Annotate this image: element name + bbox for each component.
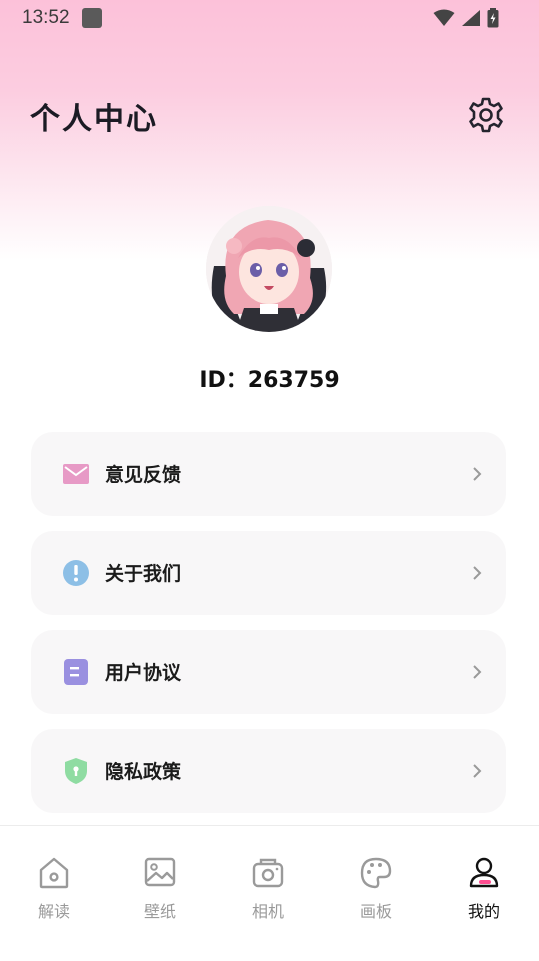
battery-icon <box>487 8 499 28</box>
avatar-illustration <box>206 206 332 332</box>
user-icon <box>469 857 499 888</box>
chevron-right-icon <box>473 566 482 580</box>
about-us-menu-item[interactable]: 关于我们 <box>31 531 506 615</box>
feedback-menu-item[interactable]: 意见反馈 <box>31 432 506 516</box>
avatar[interactable] <box>206 206 332 332</box>
settings-button[interactable] <box>466 95 506 135</box>
tab-label: 解读 <box>37 902 70 921</box>
status-icons <box>433 8 499 28</box>
tab-camera[interactable]: 相机 <box>214 856 322 936</box>
user-id: ID：263759 <box>199 368 340 393</box>
tab-interpret[interactable]: 解读 <box>0 856 108 936</box>
shield-icon <box>65 758 87 784</box>
menu-label: 意见反馈 <box>105 464 182 486</box>
page-title: 个人中心 <box>30 102 158 137</box>
document-icon <box>64 659 88 685</box>
menu-label: 隐私政策 <box>105 761 182 783</box>
menu-label: 关于我们 <box>105 563 182 585</box>
app-notification-icon <box>82 8 102 28</box>
info-icon <box>63 560 89 586</box>
tab-drawing-board[interactable]: 画板 <box>322 856 430 936</box>
camera-icon <box>252 858 284 888</box>
mail-icon <box>63 464 89 484</box>
image-icon <box>144 857 176 887</box>
menu-label: 用户协议 <box>105 662 182 684</box>
gear-icon <box>469 97 503 133</box>
signal-icon <box>462 10 480 26</box>
tab-label: 壁纸 <box>143 902 176 921</box>
chevron-right-icon <box>473 665 482 679</box>
chevron-right-icon <box>473 467 482 481</box>
tab-label: 相机 <box>251 902 284 921</box>
tab-mine[interactable]: 我的 <box>430 856 538 936</box>
status-bar: 13:52 <box>0 0 539 36</box>
tab-label: 画板 <box>359 902 392 921</box>
privacy-policy-menu-item[interactable]: 隐私政策 <box>31 729 506 813</box>
tab-label: 我的 <box>467 902 500 921</box>
status-time: 13:52 <box>22 7 70 28</box>
tab-wallpaper[interactable]: 壁纸 <box>106 856 214 936</box>
palette-icon <box>360 857 392 889</box>
wifi-icon <box>433 9 455 26</box>
home-icon <box>39 857 69 889</box>
user-agreement-menu-item[interactable]: 用户协议 <box>31 630 506 714</box>
bottom-tab-bar: 解读 壁纸 相机 画板 我的 <box>0 826 539 961</box>
chevron-right-icon <box>473 764 482 778</box>
